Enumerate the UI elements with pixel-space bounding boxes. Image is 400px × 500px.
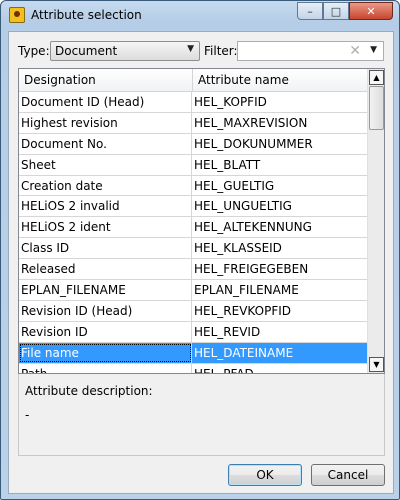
- filter-combo[interactable]: ✕ ▼: [237, 41, 384, 61]
- table-row[interactable]: Revision ID (Head) HEL_REVKOPFID: [19, 300, 369, 322]
- designation-cell[interactable]: Sheet: [19, 154, 192, 175]
- attribute-description-panel: Attribute description: -: [18, 374, 385, 456]
- window-title: Attribute selection: [31, 8, 142, 22]
- attribute-name-cell[interactable]: HEL_KOPFID: [192, 92, 369, 112]
- dialog-body: Type: Document ▼ Filter: ✕ ▼ Designation…: [8, 31, 394, 494]
- vertical-scrollbar[interactable]: ▲ ▼: [367, 69, 384, 373]
- window-controls: – □ ✕: [297, 2, 393, 20]
- attribute-name-cell[interactable]: HEL_ALTEKENNUNG: [192, 217, 369, 237]
- designation-cell[interactable]: Class ID: [19, 238, 192, 259]
- attribute-selection-window: Attribute selection – □ ✕ Type: Document…: [0, 0, 400, 500]
- column-header-designation[interactable]: Designation: [19, 69, 193, 91]
- designation-cell[interactable]: File name: [19, 342, 192, 363]
- app-icon: [9, 7, 25, 23]
- attribute-name-cell[interactable]: HEL_UNGUELTIG: [192, 196, 369, 216]
- table-row[interactable]: HELiOS 2 invalid HEL_UNGUELTIG: [19, 196, 369, 218]
- attribute-name-cell[interactable]: HEL_BLATT: [192, 155, 369, 175]
- designation-cell[interactable]: Document No.: [19, 133, 192, 154]
- attribute-name-cell[interactable]: HEL_PFAD: [192, 364, 369, 373]
- scrollbar-thumb[interactable]: [369, 86, 384, 130]
- designation-cell[interactable]: Released: [19, 259, 192, 280]
- table-row[interactable]: HELiOS 2 ident HEL_ALTEKENNUNG: [19, 217, 369, 239]
- chevron-down-icon: ▼: [187, 44, 194, 54]
- minimize-icon: –: [307, 4, 313, 18]
- table-header: Designation Attribute name: [19, 69, 369, 92]
- maximize-icon: □: [330, 4, 342, 18]
- attribute-name-cell[interactable]: HEL_REVKOPFID: [192, 301, 369, 321]
- attribute-name-cell[interactable]: HEL_KLASSEID: [192, 238, 369, 258]
- table-row[interactable]: Highest revision HEL_MAXREVISION: [19, 112, 369, 134]
- designation-cell[interactable]: Revision ID (Head): [19, 300, 192, 321]
- title-bar[interactable]: Attribute selection – □ ✕: [1, 1, 399, 31]
- designation-cell[interactable]: Highest revision: [19, 112, 192, 133]
- attribute-name-cell[interactable]: EPLAN_FILENAME: [192, 280, 369, 300]
- attribute-name-cell[interactable]: HEL_FREIGEGEBEN: [192, 259, 369, 279]
- column-header-attribute-name[interactable]: Attribute name: [193, 69, 369, 91]
- designation-cell[interactable]: Revision ID: [19, 321, 192, 342]
- type-dropdown-value: Document: [55, 44, 118, 58]
- designation-cell[interactable]: Path: [19, 363, 192, 373]
- close-icon: ✕: [366, 4, 376, 18]
- scroll-down-button[interactable]: ▼: [369, 357, 384, 372]
- table-row[interactable]: Released HEL_FREIGEGEBEN: [19, 259, 369, 281]
- clear-filter-icon[interactable]: ✕: [349, 43, 361, 59]
- table-row[interactable]: Creation date HEL_GUELTIG: [19, 175, 369, 197]
- table-row[interactable]: Document ID (Head) HEL_KOPFID: [19, 92, 369, 113]
- minimize-button[interactable]: –: [297, 2, 323, 20]
- table-row[interactable]: Document No. HEL_DOKUNUMMER: [19, 133, 369, 155]
- table-row[interactable]: EPLAN_FILENAME EPLAN_FILENAME: [19, 280, 369, 301]
- cancel-button[interactable]: Cancel: [311, 464, 385, 486]
- designation-cell[interactable]: HELiOS 2 ident: [19, 217, 192, 238]
- designation-cell[interactable]: EPLAN_FILENAME: [19, 280, 192, 301]
- designation-cell[interactable]: Document ID (Head): [19, 92, 192, 112]
- attribute-name-cell[interactable]: HEL_DOKUNUMMER: [192, 134, 369, 154]
- type-label: Type:: [18, 44, 50, 58]
- maximize-button[interactable]: □: [323, 2, 349, 20]
- table-row[interactable]: Revision ID HEL_REVID: [19, 321, 369, 343]
- table-row[interactable]: Sheet HEL_BLATT: [19, 154, 369, 176]
- table-row[interactable]: Path HEL_PFAD: [19, 363, 369, 373]
- scroll-down-icon: ▼: [373, 360, 380, 369]
- table-row[interactable]: File name HEL_DATEINAME: [19, 342, 369, 364]
- type-dropdown[interactable]: Document ▼: [50, 41, 200, 61]
- ok-button[interactable]: OK: [228, 464, 302, 486]
- attribute-table[interactable]: Designation Attribute name Document ID (…: [18, 68, 385, 374]
- scroll-up-icon: ▲: [373, 73, 380, 82]
- table-rows: Document ID (Head) HEL_KOPFID Highest revi…: [19, 92, 369, 373]
- designation-cell[interactable]: Creation date: [19, 175, 192, 196]
- scroll-up-button[interactable]: ▲: [369, 70, 384, 85]
- attribute-name-cell[interactable]: HEL_DATEINAME: [192, 342, 369, 363]
- chevron-down-icon[interactable]: ▼: [370, 45, 377, 55]
- designation-cell[interactable]: HELiOS 2 invalid: [19, 196, 192, 217]
- table-row[interactable]: Class ID HEL_KLASSEID: [19, 238, 369, 260]
- filter-label: Filter:: [204, 44, 238, 58]
- attribute-name-cell[interactable]: HEL_REVID: [192, 322, 369, 342]
- close-button[interactable]: ✕: [349, 2, 393, 20]
- attribute-name-cell[interactable]: HEL_MAXREVISION: [192, 113, 369, 133]
- attribute-name-cell[interactable]: HEL_GUELTIG: [192, 176, 369, 196]
- attribute-description-value: -: [25, 408, 30, 422]
- attribute-description-label: Attribute description:: [25, 384, 153, 398]
